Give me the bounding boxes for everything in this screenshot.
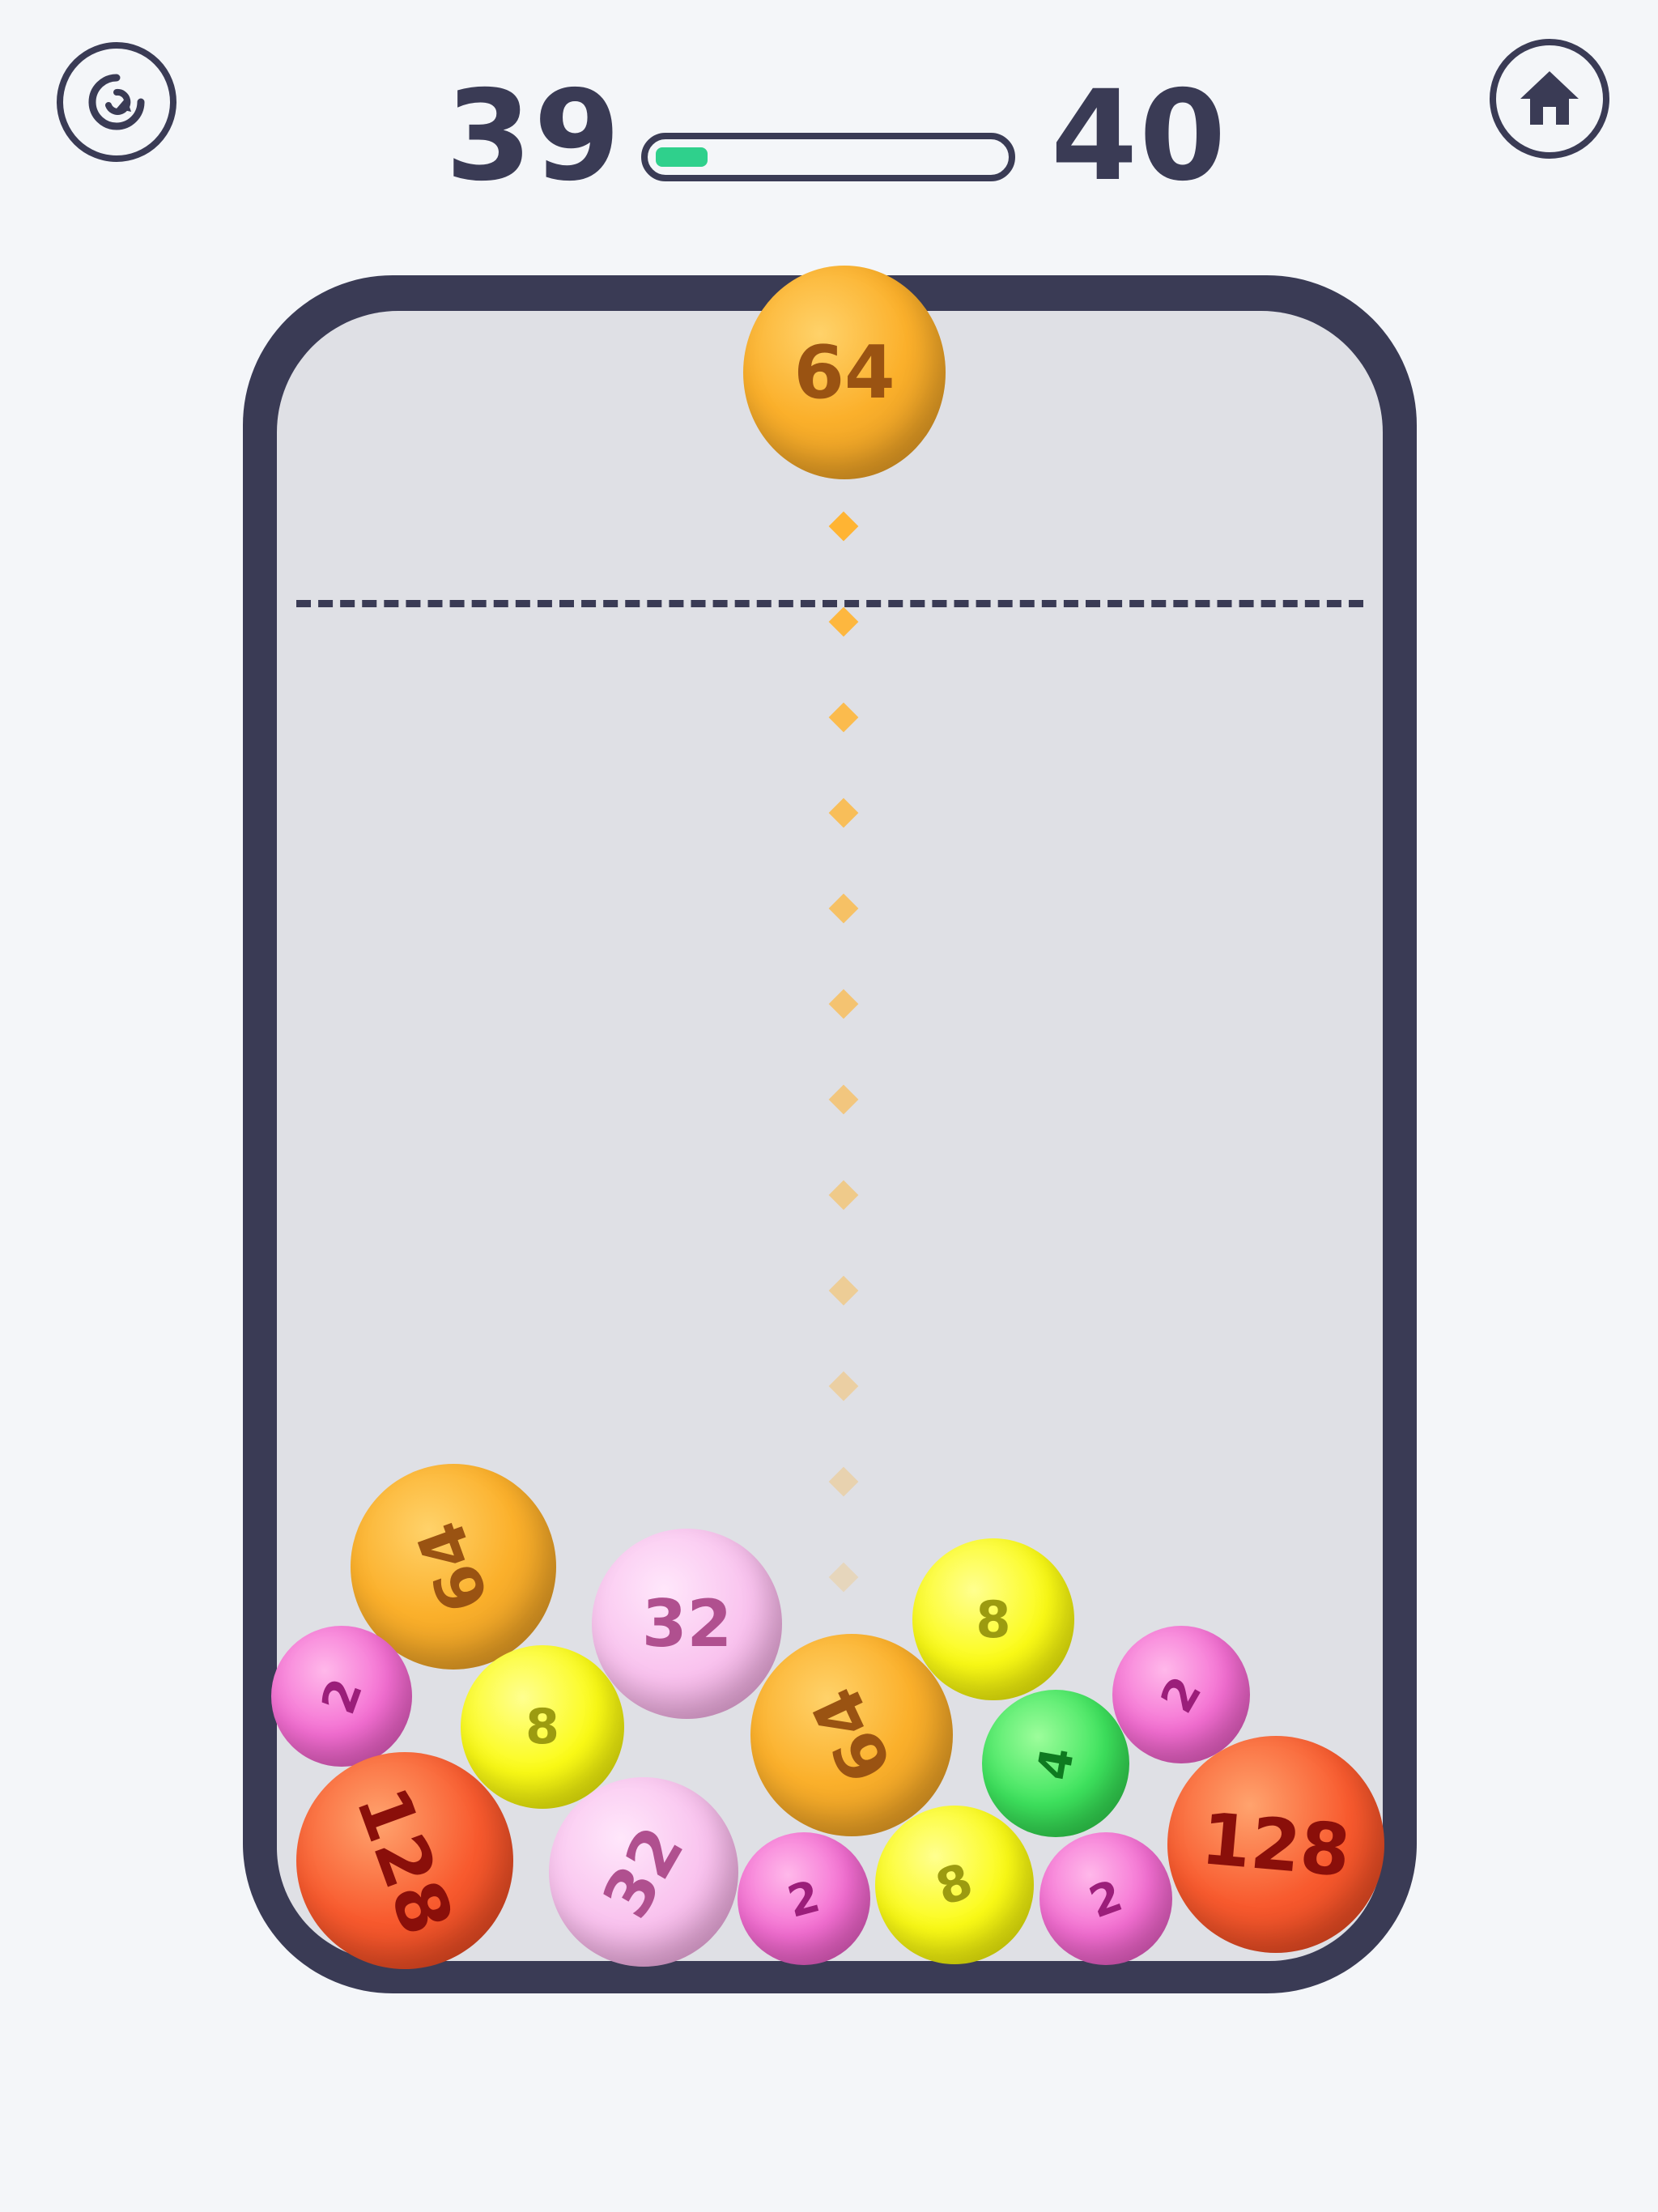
ball-yellow: 8 (875, 1806, 1034, 1964)
current-level-label: 39 (445, 64, 623, 209)
ball-value: 64 (795, 1675, 908, 1795)
ball-value: 32 (641, 1586, 733, 1661)
ball-value: 128 (1198, 1796, 1354, 1893)
ball-pink: 2 (1039, 1832, 1172, 1965)
ball-value: 2 (782, 1870, 826, 1928)
ball-pink: 2 (1112, 1626, 1250, 1763)
ball-value: 8 (929, 1852, 980, 1918)
next-ball[interactable]: 64 (743, 266, 946, 479)
ball-value: 128 (340, 1776, 470, 1945)
ball-yellow: 8 (461, 1645, 624, 1809)
ball-value: 64 (402, 1511, 504, 1623)
ball-yellow: 8 (912, 1538, 1074, 1700)
ball-red: 128 (296, 1752, 513, 1969)
restart-icon (88, 74, 145, 130)
ball-value: 8 (525, 1699, 559, 1755)
ball-lightpink: 32 (592, 1529, 782, 1719)
ball-red: 128 (1167, 1736, 1384, 1953)
next-ball-value: 64 (793, 330, 895, 415)
next-level-label: 40 (1051, 64, 1228, 209)
ball-value: 4 (1027, 1743, 1085, 1784)
restart-button[interactable] (57, 42, 176, 162)
level-progress-fill (656, 147, 708, 167)
ball-value: 8 (976, 1589, 1011, 1649)
level-progress-bar (641, 133, 1015, 181)
home-icon (1520, 71, 1579, 125)
ball-lightpink: 32 (549, 1777, 738, 1967)
home-button[interactable] (1490, 39, 1609, 159)
limit-line (296, 600, 1363, 607)
ball-pink: 2 (738, 1832, 870, 1965)
ball-value: 2 (310, 1671, 373, 1721)
ball-value: 32 (588, 1814, 699, 1930)
ball-green: 4 (982, 1690, 1129, 1837)
ball-orange: 64 (750, 1634, 953, 1836)
ball-pink: 2 (271, 1626, 412, 1767)
ball-value: 2 (1150, 1667, 1212, 1722)
ball-value: 2 (1082, 1869, 1129, 1929)
